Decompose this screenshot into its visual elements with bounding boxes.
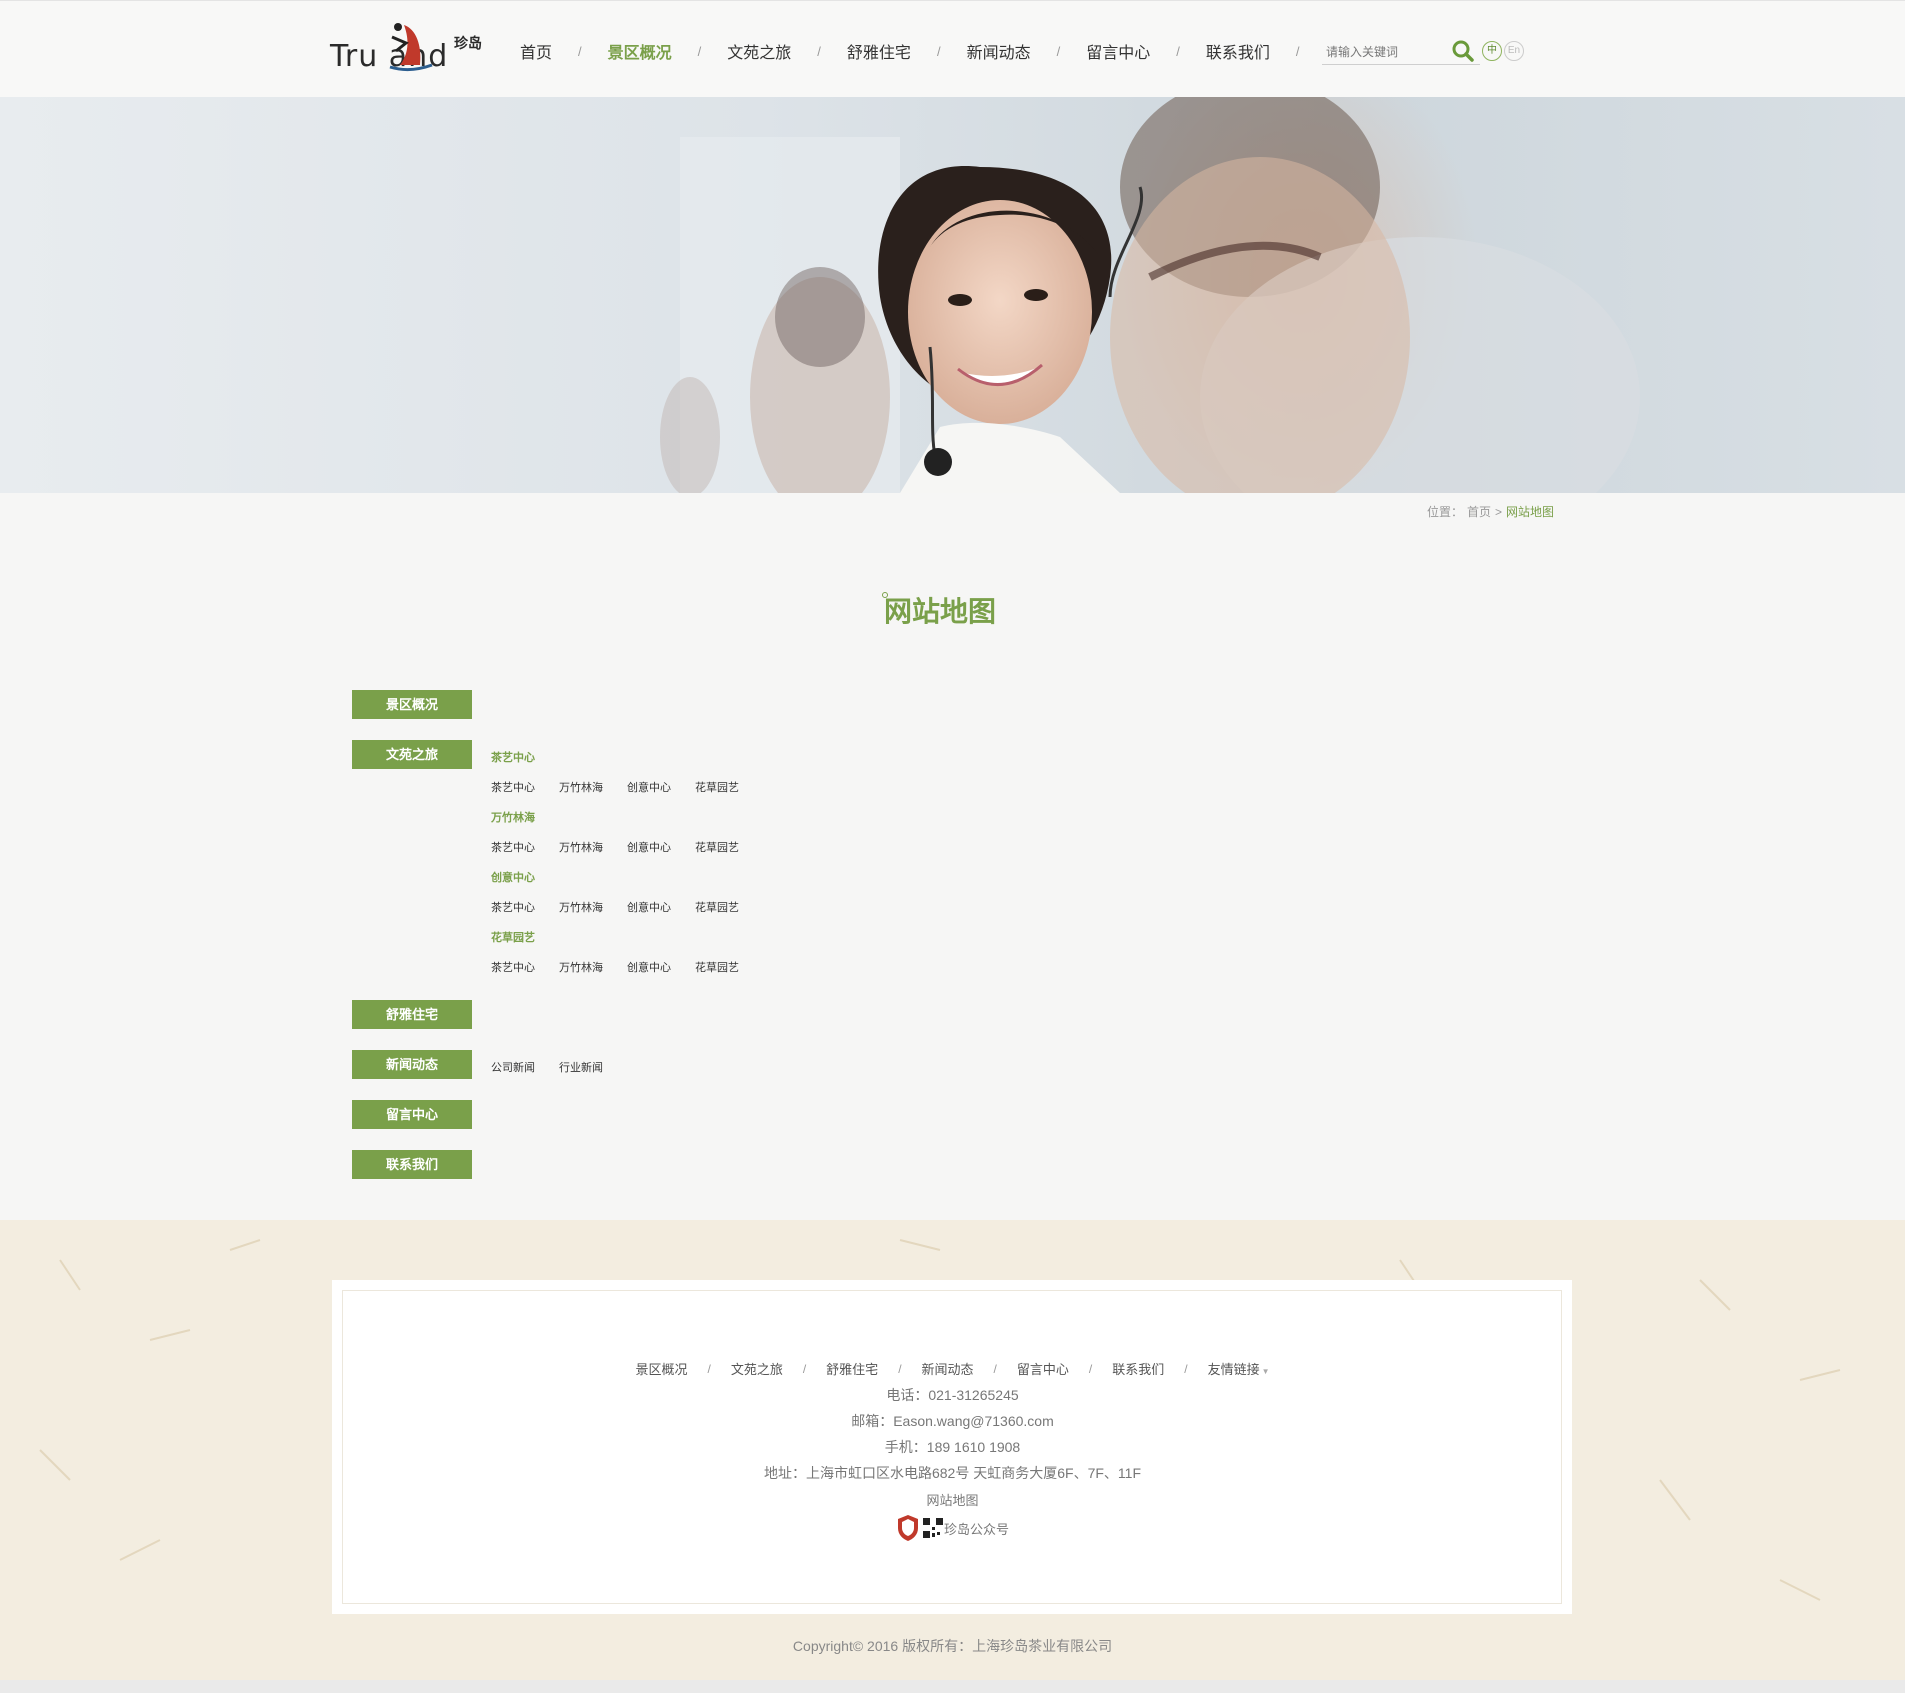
sitemap-link[interactable]: 茶艺中心 (491, 899, 535, 915)
footer-email: 邮箱：Eason.wang@71360.com (851, 1413, 1054, 1429)
main-nav: 首页 / 景区概况 / 文苑之旅 / 舒雅住宅 / 新闻动态 / 留言中心 / … (520, 39, 1325, 63)
footer-sitemap-link[interactable]: 网站地图 (0, 1490, 1905, 1509)
sitemap-link[interactable]: 万竹林海 (559, 899, 603, 915)
footer-address: 地址：上海市虹口区水电路682号 天虹商务大厦6F、7F、11F (763, 1465, 1141, 1481)
breadcrumb: 位置： 首页 > 网站地图 (1427, 503, 1558, 520)
page-title: 网站地图 (884, 596, 997, 627)
sitemap-group-title[interactable]: 花草园艺 (491, 929, 535, 945)
search-icon[interactable] (1450, 39, 1476, 65)
footer-nav-item[interactable]: 联系我们 (1112, 1359, 1164, 1378)
sitemap-link[interactable]: 花草园艺 (695, 839, 739, 855)
footer-mobile: 手机：189 1610 1908 (884, 1439, 1021, 1455)
footer-nav-item[interactable]: 文苑之旅 (731, 1359, 783, 1378)
nav-culture-tour[interactable]: 文苑之旅 (727, 39, 791, 63)
sitemap-link[interactable]: 创意中心 (627, 839, 671, 855)
breadcrumb-current: 网站地图 (1506, 505, 1555, 519)
nav-separator: / (1056, 43, 1061, 59)
copyright: Copyright© 2016 版权所有：上海珍岛茶业有限公司 (792, 1638, 1113, 1654)
security-shield-icon[interactable] (896, 1514, 920, 1542)
breadcrumb-prefix: 位置： (1427, 505, 1464, 519)
lang-zh-button[interactable]: 中 (1482, 41, 1502, 61)
footer-badges: 珍岛公众号 (0, 1514, 1905, 1542)
sitemap-link[interactable]: 万竹林海 (559, 779, 603, 795)
logo-sail-icon (389, 23, 433, 72)
breadcrumb-home[interactable]: 首页 (1467, 505, 1491, 519)
qrcode-icon[interactable] (921, 1517, 944, 1539)
footer-nav-item[interactable]: 景区概况 (635, 1359, 687, 1378)
sitemap-link[interactable]: 茶艺中心 (491, 959, 535, 975)
breadcrumb-separator: > (1495, 505, 1503, 519)
nav-separator: / (1295, 43, 1300, 59)
nav-overview[interactable]: 景区概况 (608, 39, 672, 63)
logo[interactable]: Tru and 珍岛 (330, 15, 490, 77)
hero-photo (660, 97, 1640, 493)
sitemap-group-title[interactable]: 创意中心 (491, 869, 535, 885)
footer-phone: 电话：021-31265245 (886, 1387, 1019, 1403)
sitemap-group-title[interactable]: 茶艺中心 (491, 749, 535, 765)
nav-home[interactable]: 首页 (520, 39, 552, 63)
footer-nav-separator: / (707, 1361, 711, 1376)
sitemap-section-culture-tour[interactable]: 文苑之旅 (352, 740, 472, 769)
sitemap-group-title[interactable]: 万竹林海 (491, 809, 535, 825)
lang-en-button[interactable]: En (1504, 41, 1524, 61)
bottom-strip (0, 1680, 1905, 1693)
sitemap-section-contact[interactable]: 联系我们 (352, 1150, 472, 1179)
footer-nav-item[interactable]: 留言中心 (1017, 1359, 1069, 1378)
footer-nav-separator: / (898, 1361, 902, 1376)
wechat-label: 珍岛公众号 (943, 1521, 1009, 1537)
logo-cn: 珍岛 (454, 35, 482, 51)
sitemap-link[interactable]: 创意中心 (627, 779, 671, 795)
footer-nav-item[interactable]: 舒雅住宅 (826, 1359, 878, 1378)
nav-residence[interactable]: 舒雅住宅 (847, 39, 911, 63)
sitemap-link[interactable]: 万竹林海 (559, 839, 603, 855)
sitemap-link[interactable]: 茶艺中心 (491, 779, 535, 795)
footer-nav-separator: / (1184, 1361, 1188, 1376)
sitemap-link[interactable]: 花草园艺 (695, 899, 739, 915)
sitemap-link[interactable]: 公司新闻 (491, 1059, 535, 1075)
sitemap-section-news[interactable]: 新闻动态 (352, 1050, 472, 1079)
sitemap-link[interactable]: 行业新闻 (559, 1059, 603, 1075)
sitemap-section-overview[interactable]: 景区概况 (352, 690, 472, 719)
sitemap-link[interactable]: 茶艺中心 (491, 839, 535, 855)
sitemap-link[interactable]: 花草园艺 (695, 779, 739, 795)
nav-separator: / (817, 43, 821, 59)
nav-message[interactable]: 留言中心 (1086, 39, 1150, 63)
hero-banner-image (0, 97, 1905, 493)
sitemap-link[interactable]: 创意中心 (627, 959, 671, 975)
sitemap-section-message[interactable]: 留言中心 (352, 1100, 472, 1129)
nav-contact[interactable]: 联系我们 (1206, 39, 1270, 63)
nav-separator: / (697, 43, 702, 59)
footer-friend-links-dropdown[interactable]: 友情链接 ▼ (1208, 1359, 1270, 1378)
nav-separator: / (578, 43, 582, 59)
footer-nav-item[interactable]: 新闻动态 (922, 1359, 974, 1378)
sitemap-section-residence[interactable]: 舒雅住宅 (352, 1000, 472, 1029)
sitemap-link[interactable]: 花草园艺 (695, 959, 739, 975)
footer-nav-separator: / (1088, 1361, 1093, 1376)
chevron-down-icon: ▼ (1261, 1367, 1270, 1376)
sitemap-link[interactable]: 创意中心 (627, 899, 671, 915)
search-box (1322, 39, 1480, 65)
footer-friend-links-label: 友情链接 (1207, 1362, 1260, 1377)
nav-news[interactable]: 新闻动态 (967, 39, 1031, 63)
nav-separator: / (936, 43, 941, 59)
footer-nav-separator: / (802, 1361, 807, 1376)
footer-nav: 景区概况 / 文苑之旅 / 舒雅住宅 / 新闻动态 / 留言中心 / 联系我们 … (0, 1359, 1905, 1378)
footer-nav-separator: / (993, 1361, 997, 1376)
nav-separator: / (1176, 43, 1180, 59)
site-header: Tru and 珍岛 首页 / 景区概况 / 文苑之旅 / 舒雅住宅 / 新闻动… (0, 0, 1905, 97)
sitemap-link[interactable]: 万竹林海 (559, 959, 603, 975)
search-input[interactable] (1322, 41, 1450, 63)
